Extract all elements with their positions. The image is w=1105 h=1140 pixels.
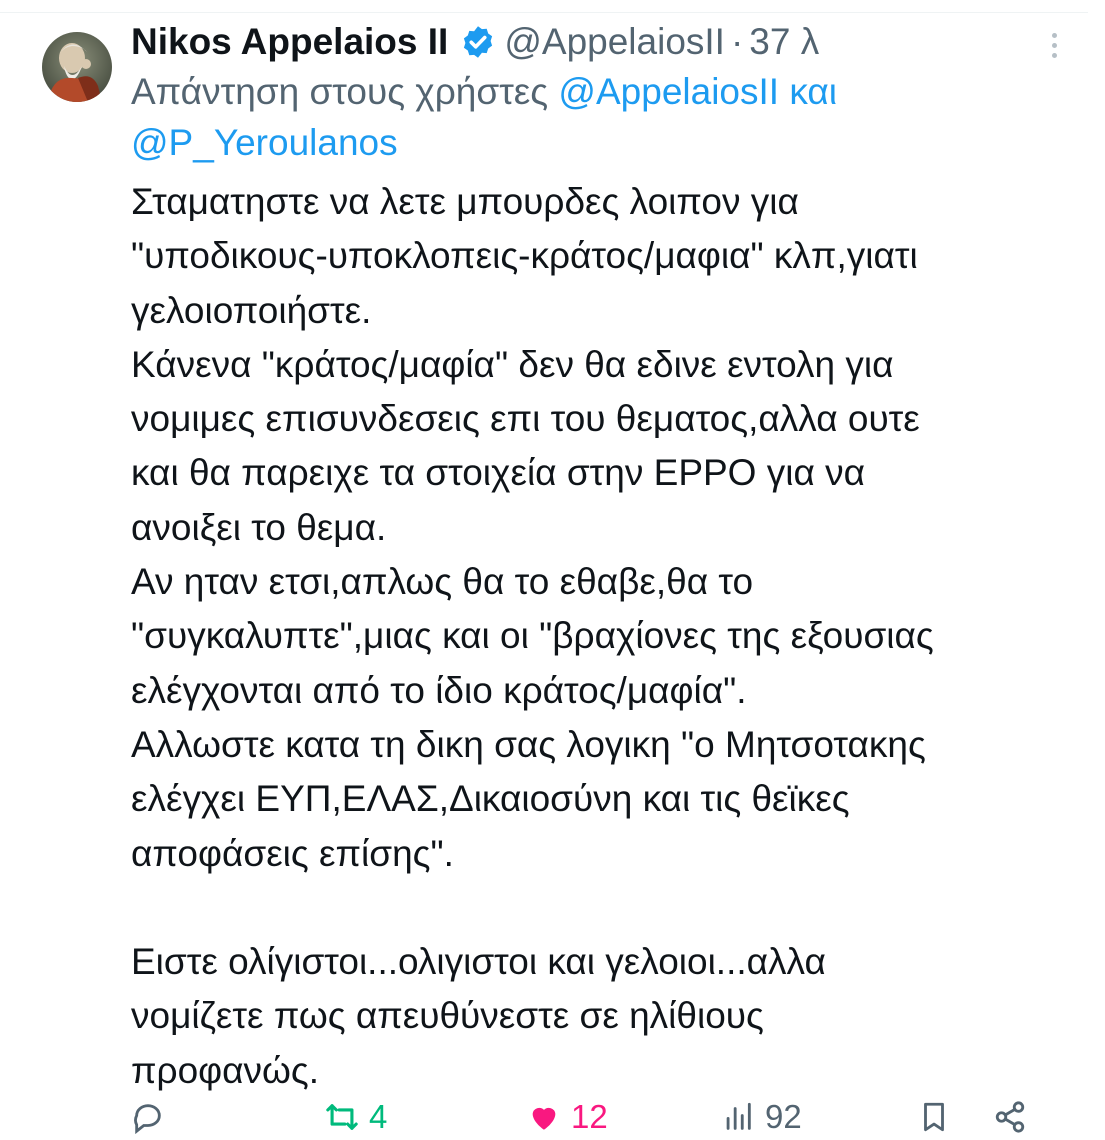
like-button[interactable]: 12 <box>527 1100 608 1134</box>
tweet-text-line: ελέγχονται από το ίδιο κράτος/μαφία". <box>131 669 747 711</box>
retweet-icon <box>325 1100 359 1134</box>
author-display-name[interactable]: Nikos Appelaios II <box>131 21 448 63</box>
tweet-text-line: προφανώς. <box>131 1049 320 1091</box>
tweet-text-line: "υποδικους-υποκλοπεις-κράτος/μαφια" κλπ,… <box>131 235 918 277</box>
tweet-text-line: νομιμες επισυνδεσεις επι του θεματος,αλλ… <box>131 398 920 440</box>
tweet-text-line: Ειστε ολίγιστοι...ολιγιστοι και γελοιοι.… <box>131 941 826 983</box>
separator-dot: · <box>730 21 744 62</box>
more-options-icon[interactable] <box>1040 28 1068 62</box>
top-divider <box>0 12 1088 13</box>
tweet-text-line: "συγκαλυπτε",μιας και οι "βραχίονες της … <box>131 615 934 657</box>
views-count: 92 <box>765 1098 802 1135</box>
tweet-timestamp[interactable]: 37 λ <box>749 21 819 63</box>
tweet-text-line: Αλλωστε κατα τη δικη σας λογικη "ο Μητσο… <box>131 723 926 765</box>
tweet-text-line: αποφάσεις επίσης". <box>131 832 454 874</box>
reply-icon <box>131 1100 165 1134</box>
like-count: 12 <box>571 1098 608 1135</box>
tweet-text-line: ελέγχει ΕΥΠ,ΕΛΑΣ,Δικαιοσύνη και τις θεϊκ… <box>131 778 850 820</box>
reply-button[interactable] <box>131 1100 175 1134</box>
tweet-header: Nikos Appelaios II @AppelaiosII · 37 λ <box>131 20 1031 64</box>
avatar-image <box>42 32 112 102</box>
author-handle[interactable]: @AppelaiosII <box>504 21 725 63</box>
share-icon <box>993 1100 1027 1134</box>
mention-appelaiosii[interactable]: @AppelaiosII <box>558 71 779 112</box>
bookmark-button[interactable] <box>917 1100 951 1134</box>
views-icon <box>721 1100 755 1134</box>
tweet-text: Σταματηστε να λετε μπουρδες λοιπον για "… <box>131 175 1091 1098</box>
retweet-button[interactable]: 4 <box>325 1100 387 1134</box>
views-button[interactable]: 92 <box>721 1100 802 1134</box>
tweet-text-line: Σταματηστε να λετε μπουρδες λοιπον για <box>131 181 799 222</box>
tweet-text-line: και θα παρειχε τα στοιχεία στην ΕΡΡΟ για… <box>131 452 866 494</box>
tweet-text-line: γελοιοποιήστε. <box>131 289 372 331</box>
tweet-text-line: Κάνενα "κράτος/μαφία" δεν θα εδινε εντολ… <box>131 343 894 385</box>
share-button[interactable] <box>993 1100 1027 1134</box>
reply-context-prefix: Απάντηση στους χρήστες <box>131 71 549 112</box>
reply-context-conjunction: και <box>789 71 838 112</box>
reply-context: Απάντηση στους χρήστες @AppelaiosII και … <box>131 66 1061 168</box>
heart-icon <box>527 1100 561 1134</box>
retweet-count: 4 <box>369 1098 388 1135</box>
tweet-text-line: Αν ηταν ετσι,απλως θα το εθαβε,θα το <box>131 561 754 603</box>
verified-badge-icon <box>460 24 496 60</box>
mention-p-yeroulanos[interactable]: @P_Yeroulanos <box>131 122 398 163</box>
tweet-text-line: νομίζετε πως απευθύνεστε σε ηλίθιους <box>131 995 764 1037</box>
bookmark-icon <box>917 1100 951 1134</box>
tweet-actions-bar: 4 12 92 <box>131 1100 1051 1140</box>
tweet-text-line: ανοιξει το θεμα. <box>131 506 387 548</box>
avatar[interactable] <box>42 32 112 102</box>
